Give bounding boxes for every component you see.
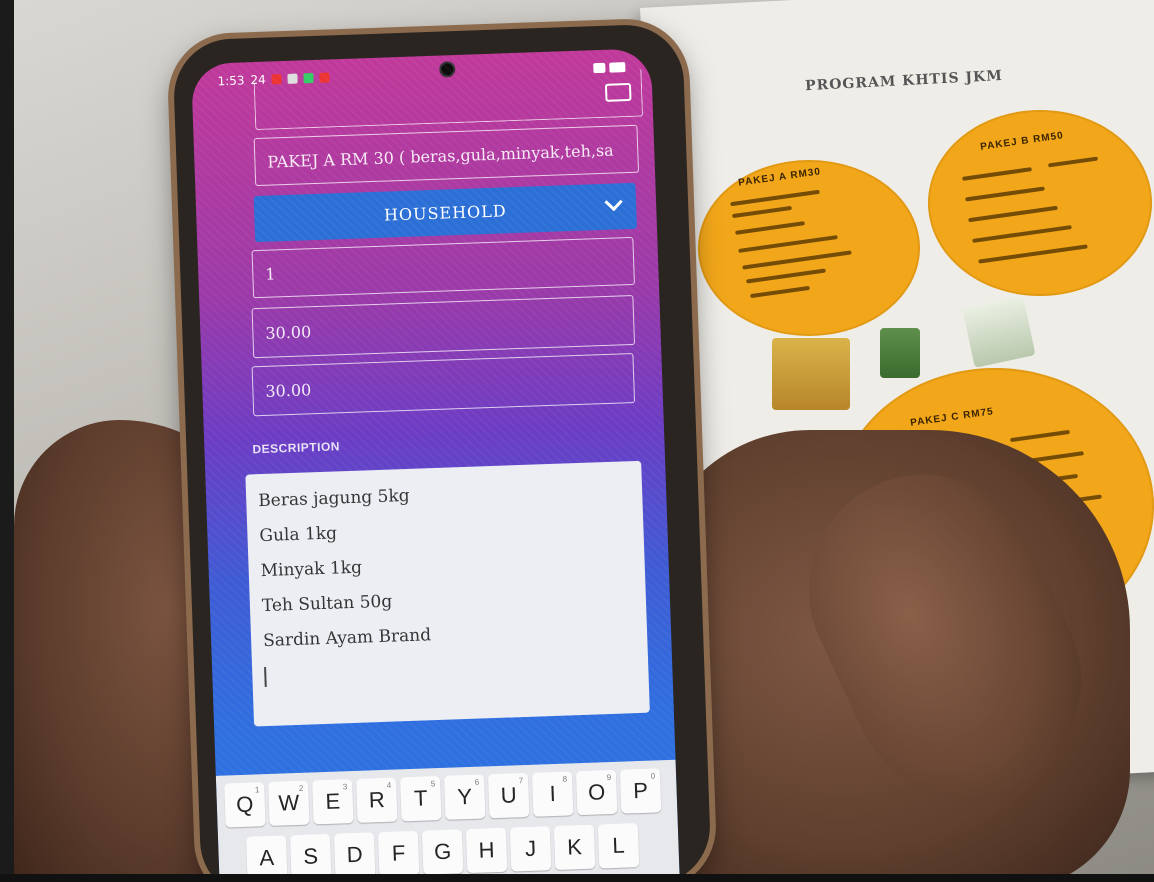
key-label: R: [368, 786, 386, 813]
key-g[interactable]: G: [421, 829, 464, 875]
key-hint: 3: [342, 782, 348, 792]
key-label: I: [549, 780, 557, 807]
key-label: Y: [456, 783, 473, 810]
total-value: 30.00: [265, 379, 312, 401]
key-w[interactable]: W2: [268, 780, 310, 826]
price-field[interactable]: 30.00: [251, 294, 636, 359]
key-p[interactable]: P0: [619, 768, 662, 814]
key-d[interactable]: D: [333, 832, 376, 878]
phone: 1:53 2 4 PAKEJ A RM 30 ( beras,gula,minya…: [172, 23, 712, 882]
package-name-value: PAKEJ A RM 30 ( beras,gula,minyak,teh,sa: [267, 140, 614, 172]
key-hint: 8: [562, 774, 568, 784]
package-name-field[interactable]: PAKEJ A RM 30 ( beras,gula,minyak,teh,sa: [253, 124, 640, 187]
key-o[interactable]: O9: [575, 769, 618, 816]
key-r[interactable]: R4: [356, 777, 398, 823]
on-screen-keyboard: Q1 W2 E3 R4 T5 Y6 U7 I8 O9 P0 A S D F G: [215, 759, 680, 882]
description-label: DESCRIPTION: [252, 439, 341, 457]
key-hint: 5: [430, 779, 436, 789]
key-label: O: [587, 779, 606, 805]
photo-scene: PROGRAM KHTIS JKM PAKEJ A RM30 PAKEJ B R…: [0, 0, 1154, 882]
key-label: T: [413, 785, 428, 811]
key-hint: 1: [254, 785, 260, 795]
key-h[interactable]: H: [465, 827, 508, 874]
chevron-down-icon: [604, 192, 623, 212]
delete-icon[interactable]: [604, 82, 632, 102]
key-e[interactable]: E3: [312, 779, 354, 825]
key-j[interactable]: J: [509, 826, 552, 872]
key-hint: 6: [474, 777, 480, 787]
keyboard-row-2: A S D F G H J K L: [245, 823, 640, 881]
key-l[interactable]: L: [597, 823, 640, 869]
key-u[interactable]: U7: [487, 772, 530, 819]
key-q[interactable]: Q1: [224, 782, 266, 828]
key-k[interactable]: K: [553, 824, 596, 871]
key-hint: 9: [606, 773, 612, 783]
quantity-field[interactable]: 1: [251, 236, 635, 299]
status-time: 1:53: [217, 73, 245, 89]
left-edge: [0, 0, 14, 882]
description-textarea[interactable]: Beras jagung 5kg Gula 1kg Minyak 1kg Teh…: [245, 460, 650, 727]
key-label: E: [325, 788, 341, 815]
key-f[interactable]: F: [377, 830, 420, 877]
key-label: U: [500, 782, 518, 808]
key-hint: 0: [650, 771, 656, 781]
package-a-circle: [698, 160, 920, 336]
key-i[interactable]: I8: [531, 771, 574, 817]
keyboard-row-1: Q1 W2 E3 R4 T5 Y6 U7 I8 O9 P0: [224, 768, 662, 828]
product-oil-image: [772, 338, 850, 410]
key-hint: 4: [386, 780, 392, 790]
key-y[interactable]: Y6: [443, 774, 486, 820]
key-label: P: [632, 777, 649, 804]
price-value: 30.00: [265, 321, 312, 343]
key-label: W: [277, 789, 300, 816]
product-sugar-image: [962, 296, 1036, 368]
category-dropdown[interactable]: HOUSEHOLD: [253, 182, 637, 243]
key-hint: 2: [298, 783, 304, 793]
total-field[interactable]: 30.00: [251, 352, 636, 417]
category-value: HOUSEHOLD: [383, 200, 507, 225]
quantity-value: 1: [265, 263, 276, 284]
text-cursor: [264, 666, 267, 687]
key-label: Q: [235, 791, 254, 818]
product-tea-image: [880, 328, 920, 378]
phone-screen: 1:53 2 4 PAKEJ A RM 30 ( beras,gula,minya…: [190, 48, 680, 882]
key-t[interactable]: T5: [399, 776, 442, 822]
bottom-edge: [0, 874, 1154, 882]
key-hint: 7: [518, 776, 524, 786]
key-s[interactable]: S: [289, 833, 332, 880]
